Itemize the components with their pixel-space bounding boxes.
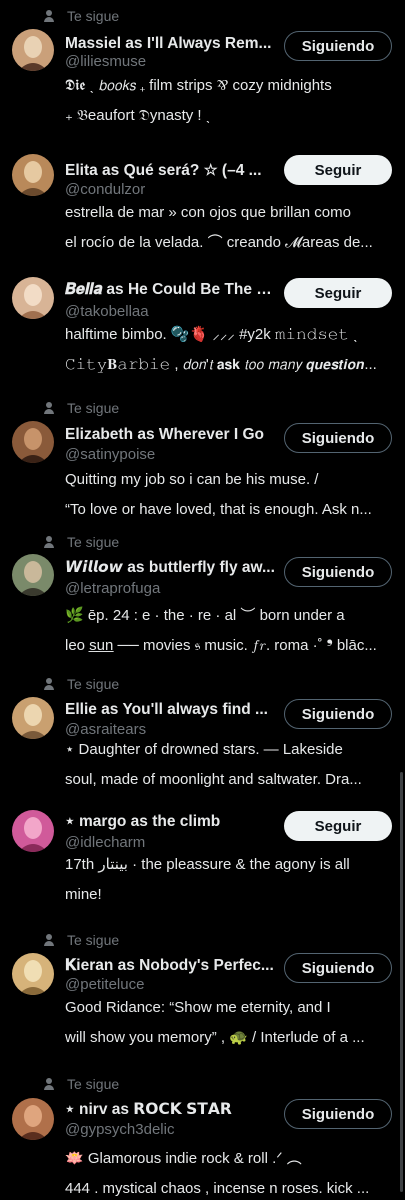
bio-line: 𝕯𝖎𝖊 ˎ 𝘣𝘰𝘰𝘬𝘴 ₊ film strips ⅋ cozy midnigh… [65, 77, 332, 94]
follows-you-indicator: Te sigue [44, 674, 119, 694]
following-button[interactable]: Siguiendo [284, 1099, 392, 1129]
display-name[interactable]: 𝑩𝒆𝒍𝒍𝒂 as He Could Be The One [65, 280, 275, 300]
bio-line: leo s̲u̲n̲ ── movies 𝔰 music. 𝑓𝑟. roma ·… [65, 637, 377, 654]
display-name[interactable]: Elita as Qué será? ☆ (–4 ... [65, 161, 275, 181]
bio-line: 444 . mystical chaos , incense n roses. … [65, 1180, 370, 1197]
user-bio: 🪷 Glamorous indie rock & roll .ᐟ ︵ 444 .… [65, 1144, 395, 1200]
display-name[interactable]: Elizabeth as Wherever I Go [65, 425, 275, 445]
follows-you-label: Te sigue [67, 676, 120, 692]
follows-you-indicator: Te sigue [44, 398, 119, 418]
follows-you-indicator: Te sigue [44, 1074, 119, 1094]
bio-line: estrella de mar » con ojos que brillan c… [65, 204, 351, 221]
follow-button[interactable]: Seguir [284, 278, 392, 308]
user-bio: ⋆ Daughter of drowned stars. — Lakeside … [65, 735, 395, 795]
person-icon [44, 536, 54, 548]
follows-you-label: Te sigue [67, 8, 120, 24]
following-button[interactable]: Siguiendo [284, 423, 392, 453]
user-handle[interactable]: @gypsych3delic [65, 1120, 275, 1140]
follows-you-indicator: Te sigue [44, 532, 119, 552]
avatar[interactable] [12, 697, 54, 739]
avatar[interactable] [12, 421, 54, 463]
user-handle[interactable]: @takobellaa [65, 302, 275, 322]
user-bio: estrella de mar » con ojos que brillan c… [65, 198, 395, 258]
person-icon [44, 934, 54, 946]
bio-line: 🌿 ēp. 24 : e · the · re · al ︶ born unde… [65, 607, 345, 624]
user-bio: Quitting my job so i can be his muse. / … [65, 465, 395, 525]
user-bio: 17th بينتار · the pleassure & the agony … [65, 850, 395, 910]
user-handle[interactable]: @liliesmuse [65, 52, 275, 72]
avatar[interactable] [12, 810, 54, 852]
avatar[interactable] [12, 154, 54, 196]
bio-line: 𝙲𝚒𝚝𝚢𝐁𝚊𝚛𝚋𝚒𝚎 , 𝘥𝘰𝘯'𝘵 𝗮𝘀𝗸 𝘵𝘰𝘰 𝘮𝘢𝘯𝘺 𝙦𝙪𝙚𝙨𝙩𝙞𝙤𝙣… [65, 356, 377, 373]
avatar[interactable] [12, 1098, 54, 1140]
avatar[interactable] [12, 29, 54, 71]
display-name[interactable]: 𝐊ieran as Nobody's Perfec... [65, 956, 275, 976]
bio-line: “To love or have loved, that is enough. … [65, 501, 372, 518]
user-handle[interactable]: @petiteluce [65, 975, 275, 995]
user-bio: halftime bimbo. 🫧🫀 ⸝⸝⸝ #y2k 𝚖𝚒𝚗𝚍𝚜𝚎𝚝 ˎ 𝙲𝚒… [65, 320, 395, 380]
person-icon [44, 402, 54, 414]
avatar[interactable] [12, 953, 54, 995]
display-name[interactable]: ⋆ nirv as 𝗥𝗢𝗖𝗞 𝗦𝗧𝗔𝗥 [65, 1100, 275, 1120]
follows-you-label: Te sigue [67, 534, 120, 550]
person-icon [44, 678, 54, 690]
user-handle[interactable]: @letraprofuga [65, 579, 275, 599]
user-bio: 𝕯𝖎𝖊 ˎ 𝘣𝘰𝘰𝘬𝘴 ₊ film strips ⅋ cozy midnigh… [65, 71, 395, 131]
following-button[interactable]: Siguiendo [284, 953, 392, 983]
user-bio: 🌿 ēp. 24 : e · the · re · al ︶ born unde… [65, 601, 395, 661]
avatar[interactable] [12, 277, 54, 319]
bio-line: mine! [65, 886, 102, 903]
follows-you-label: Te sigue [67, 400, 120, 416]
bio-line: 🪷 Glamorous indie rock & roll .ᐟ ︵ [65, 1150, 302, 1167]
user-bio: Good Ridance: “Show me eternity, and I w… [65, 993, 395, 1053]
bio-line: soul, made of moonlight and saltwater. D… [65, 771, 362, 788]
display-name[interactable]: ⋆ margo as the climb [65, 812, 275, 832]
bio-line: Good Ridance: “Show me eternity, and I [65, 999, 331, 1016]
person-icon [44, 1078, 54, 1090]
bio-line: Quitting my job so i can be his muse. / [65, 471, 319, 488]
following-button[interactable]: Siguiendo [284, 31, 392, 61]
follow-button[interactable]: Seguir [284, 155, 392, 185]
scrollbar[interactable] [400, 772, 403, 1192]
bio-line: ₊ 𝔅eaufort 𝔇ynasty ! ˎ [65, 107, 211, 124]
display-name[interactable]: Massiel as I'll Always Rem... [65, 34, 275, 54]
follows-you-label: Te sigue [67, 932, 120, 948]
user-handle[interactable]: @condulzor [65, 180, 275, 200]
bio-line: 17th بينتار · the pleassure & the agony … [65, 856, 350, 873]
person-icon [44, 10, 54, 22]
follow-button[interactable]: Seguir [284, 811, 392, 841]
display-name[interactable]: 𝙒𝙞𝙡𝙡𝙤𝙬 as buttlerfly fly aw... [65, 558, 275, 578]
following-button[interactable]: Siguiendo [284, 699, 392, 729]
follows-you-label: Te sigue [67, 1076, 120, 1092]
avatar[interactable] [12, 554, 54, 596]
following-button[interactable]: Siguiendo [284, 557, 392, 587]
follows-you-indicator: Te sigue [44, 6, 119, 26]
follows-you-indicator: Te sigue [44, 930, 119, 950]
bio-line: el rocío de la velada. ⌒ creando 𝓜areas … [65, 234, 373, 251]
bio-line: will show you memory” , 🐢 / Interlude of… [65, 1029, 365, 1046]
bio-line: ⋆ Daughter of drowned stars. — Lakeside [65, 741, 343, 758]
display-name[interactable]: Ellie as You'll always find ... [65, 700, 275, 720]
bio-line: halftime bimbo. 🫧🫀 ⸝⸝⸝ #y2k 𝚖𝚒𝚗𝚍𝚜𝚎𝚝 ˎ [65, 326, 359, 343]
user-handle[interactable]: @satinypoise [65, 445, 275, 465]
